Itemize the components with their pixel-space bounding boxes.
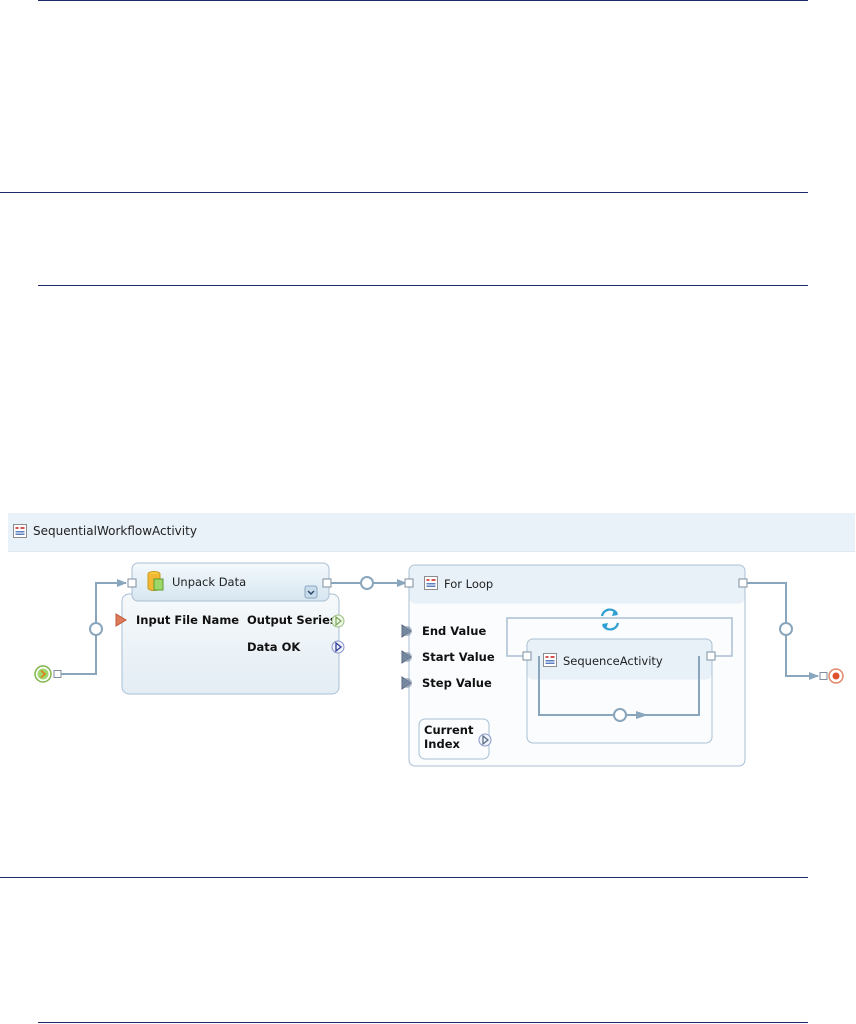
end-node[interactable] — [819, 668, 844, 684]
unpack-title: Unpack Data — [172, 575, 246, 589]
start-value-label: Start Value — [422, 650, 495, 664]
for-loop-icon — [424, 576, 438, 590]
forloop-title: For Loop — [444, 577, 493, 591]
chevron-down-icon[interactable] — [304, 585, 318, 599]
workflow-canvas: Unpack Data Input File Name Output Serie… — [34, 562, 844, 767]
section-rule-2 — [38, 285, 808, 286]
input-file-name-label: Input File Name — [136, 613, 239, 627]
current-index-box[interactable]: Current Index — [418, 718, 492, 760]
start-node[interactable] — [34, 665, 62, 683]
sequence-activity-node[interactable]: SequenceActivity — [522, 638, 716, 744]
sequence-input-connector[interactable] — [522, 651, 532, 661]
forloop-output-connector[interactable] — [738, 578, 748, 588]
section-rule-1 — [0, 192, 808, 193]
unpack-data-node[interactable]: Unpack Data Input File Name Output Serie… — [115, 562, 345, 695]
step-value-label: Step Value — [422, 676, 492, 690]
end-value-label: End Value — [422, 624, 486, 638]
bottom-rule — [38, 1022, 808, 1023]
connector-midpoint[interactable] — [779, 622, 793, 636]
output-series-label: Output Series — [247, 613, 337, 627]
connector-midpoint[interactable] — [360, 576, 374, 590]
sequence-output-connector[interactable] — [706, 651, 716, 661]
current-index-port-icon[interactable] — [478, 733, 492, 747]
data-ok-label: Data OK — [247, 640, 301, 654]
unpack-output-connector[interactable] — [322, 578, 332, 588]
forloop-input-connector[interactable] — [404, 578, 414, 588]
sequence-icon — [543, 653, 557, 667]
sequence-title: SequenceActivity — [563, 654, 663, 668]
workflow-designer: SequentialWorkflowActivity Unpack Data I… — [8, 513, 855, 774]
data-ok-port-icon[interactable] — [331, 640, 345, 654]
unpack-input-connector[interactable] — [127, 578, 137, 588]
current-index-label-line2: Index — [424, 737, 460, 751]
connector-midpoint[interactable] — [613, 708, 627, 722]
section-rule-3 — [0, 877, 808, 878]
output-series-port-icon[interactable] — [331, 614, 345, 628]
current-index-label-line1: Current — [424, 723, 474, 737]
for-loop-node[interactable]: For Loop End Value Start Value Step Valu… — [401, 564, 748, 767]
top-rule — [38, 0, 808, 1]
connector-midpoint[interactable] — [89, 622, 103, 636]
